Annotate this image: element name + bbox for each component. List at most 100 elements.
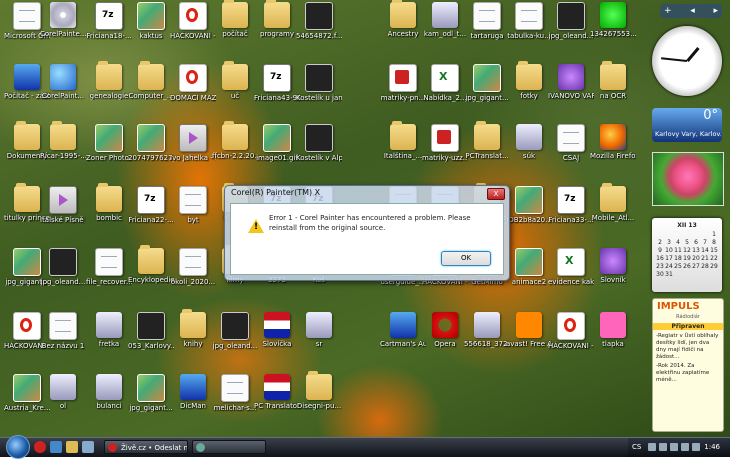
calendar-day[interactable]: 24 <box>665 263 673 270</box>
calendar-day[interactable]: 3 <box>665 239 673 246</box>
desktop-icon[interactable]: Bez názvu 1 <box>40 312 86 350</box>
desktop-icon[interactable]: DOMÁCÍ MAZLÍČCI... <box>170 64 216 102</box>
desktop-icon[interactable]: evidence kaktusů <box>548 248 594 286</box>
desktop-icon[interactable]: okolí_2020... <box>170 248 216 286</box>
desktop-icon[interactable]: IVANOVO VARY .wmv <box>548 64 594 100</box>
desktop-icon[interactable]: programy <box>254 0 300 38</box>
desktop-icon[interactable]: jpg_oleand... <box>212 312 258 350</box>
desktop-icon[interactable]: Ancestry <box>380 0 426 38</box>
gadget-next-icon[interactable]: ▸ <box>713 6 718 16</box>
desktop-icon[interactable]: kam_odl_t... <box>422 2 468 38</box>
desktop-icon[interactable]: 54654872.f... <box>296 2 342 40</box>
desktop-icon[interactable]: melichar-s... <box>212 374 258 412</box>
desktop-icon[interactable]: Opera <box>422 312 468 348</box>
desktop-icon[interactable]: fotky <box>506 61 552 100</box>
calendar-day[interactable]: 25 <box>674 263 682 270</box>
desktop-icon[interactable]: CorelPaint... <box>40 64 86 100</box>
calendar-day[interactable]: 17 <box>665 255 673 262</box>
calendar-day[interactable]: 10 <box>665 247 673 254</box>
desktop-icon[interactable]: Friciana43-98 <box>254 64 300 102</box>
desktop-icon[interactable]: ffcbn-2.2.20... <box>212 121 258 160</box>
taskbar-button-opera[interactable]: Živě.cz • Odeslat no... <box>104 440 188 454</box>
calendar-day[interactable]: 1 <box>710 231 718 238</box>
desktop-icon[interactable]: CorelPainte... <box>40 2 86 38</box>
taskbar-button-corel[interactable] <box>192 440 266 454</box>
desktop-icon[interactable]: Friciana18-... <box>86 2 132 40</box>
gadget-prev-icon[interactable]: ◂ <box>690 6 695 16</box>
start-button[interactable] <box>6 435 30 459</box>
gadget-controls[interactable]: + ◂ ▸ <box>660 4 722 18</box>
clock-gadget[interactable] <box>652 26 722 96</box>
clock-time[interactable]: 1:46 <box>704 443 720 451</box>
news-item[interactable]: -Rok 2014. Za elektřinu zaplatíme méně..… <box>653 363 723 384</box>
gadget-add-icon[interactable]: + <box>664 6 672 16</box>
desktop-icon[interactable]: 556618_372... <box>464 312 510 348</box>
desktop-icon[interactable]: file_recover... <box>86 248 132 286</box>
desktop-icon[interactable]: DicMan <box>170 374 216 410</box>
desktop-icon[interactable]: PC Translator 2010 <box>254 374 300 410</box>
desktop-icon[interactable]: genealogie <box>86 61 132 100</box>
desktop-icon[interactable]: image01.gif <box>254 124 300 162</box>
calendar-day[interactable]: 21 <box>701 255 709 262</box>
desktop-icon[interactable]: kaktus <box>128 2 174 40</box>
desktop-icon[interactable]: Friciana33-... <box>548 186 594 224</box>
calendar-day[interactable]: 31 <box>665 271 673 278</box>
desktop-icon[interactable]: Italština_... <box>380 121 426 160</box>
desktop-icon[interactable]: Italské Písně MP3 <box>40 186 86 224</box>
calendar-day[interactable]: 18 <box>674 255 682 262</box>
desktop-icon[interactable]: tartaruga <box>464 2 510 40</box>
desktop-icon[interactable]: CSAJ <box>548 124 594 162</box>
desktop-icon[interactable]: na OCR <box>590 61 636 100</box>
desktop-icon[interactable]: animace2 <box>506 248 552 286</box>
desktop-icon[interactable]: 053_Karlovy... <box>128 312 174 350</box>
desktop-icon[interactable]: Kostelík u jana la Val... <box>296 64 342 102</box>
ok-button[interactable]: OK <box>441 251 491 266</box>
tray-icon[interactable] <box>659 443 667 451</box>
desktop-icon[interactable]: Nabídka_2... <box>422 64 468 102</box>
volume-icon[interactable] <box>692 443 700 451</box>
calendar-day[interactable]: 20 <box>692 255 700 262</box>
desktop-icon[interactable]: 134267553... (5) <box>590 2 636 38</box>
calendar-day[interactable]: 6 <box>692 239 700 246</box>
desktop-icon[interactable]: Slovíčka <box>254 312 300 348</box>
desktop-icon[interactable]: HÁČKOVÁNÍ - Bílé háčk... <box>548 312 594 350</box>
desktop-icon[interactable]: jpg_oleand... <box>548 2 594 40</box>
calendar-day[interactable]: 11 <box>674 247 682 254</box>
desktop-icon[interactable]: jpg_gigant... <box>464 64 510 102</box>
folder-quicklaunch-icon[interactable] <box>66 441 78 453</box>
calendar-day[interactable]: 16 <box>656 255 664 262</box>
desktop-icon[interactable]: bulanci <box>86 374 132 410</box>
desktop-icon[interactable]: Disegni-pu... <box>296 371 342 410</box>
weather-gadget[interactable]: 0° Karlovy Vary, Karlov... <box>652 108 722 142</box>
desktop-icon[interactable]: bombic <box>86 183 132 222</box>
opera-quicklaunch-icon[interactable] <box>34 441 46 453</box>
dialog-close-button[interactable]: X <box>487 188 505 200</box>
desktop-icon[interactable]: uč <box>212 61 258 100</box>
tray-icon[interactable] <box>670 443 678 451</box>
desktop-icon[interactable]: počítač <box>212 0 258 38</box>
desktop-icon[interactable]: knihy <box>170 309 216 348</box>
calendar-day[interactable]: 9 <box>656 247 664 254</box>
desktop-icon[interactable]: Řícar-1995-... <box>40 121 86 160</box>
calendar-day[interactable]: 15 <box>710 247 718 254</box>
desktop-icon[interactable]: ol <box>40 374 86 410</box>
desktop-icon[interactable]: matriky-pn... <box>380 64 426 102</box>
desktop-icon[interactable]: tabulka-ku... <box>506 2 552 40</box>
desktop-icon[interactable]: Slovník <box>590 248 636 284</box>
calendar-day[interactable]: 26 <box>683 263 691 270</box>
tray-icon[interactable] <box>648 443 656 451</box>
calendar-day[interactable]: 30 <box>656 271 664 278</box>
desktop-icon[interactable]: Kostelík v Alpách ... <box>296 124 342 162</box>
desktop-icon[interactable]: HÁČKOVÁNÍ - Háčkova... <box>170 2 216 40</box>
calendar-day[interactable]: 29 <box>710 263 718 270</box>
calendar-day[interactable]: 8 <box>710 239 718 246</box>
tray-icon[interactable] <box>681 443 689 451</box>
desktop-icon[interactable]: jpg_gigant... <box>128 374 174 412</box>
desktop-icon[interactable]: PCTranslat... <box>464 121 510 160</box>
desktop-icon[interactable]: 2074797627_... <box>128 124 174 162</box>
calendar-day[interactable]: 2 <box>656 239 664 246</box>
calendar-day[interactable]: 7 <box>701 239 709 246</box>
desktop-icon[interactable]: Zoner Photo Studio 15 <box>86 124 132 162</box>
desktop-icon[interactable]: Friciana22-... <box>128 186 174 224</box>
calendar-day[interactable]: 28 <box>701 263 709 270</box>
